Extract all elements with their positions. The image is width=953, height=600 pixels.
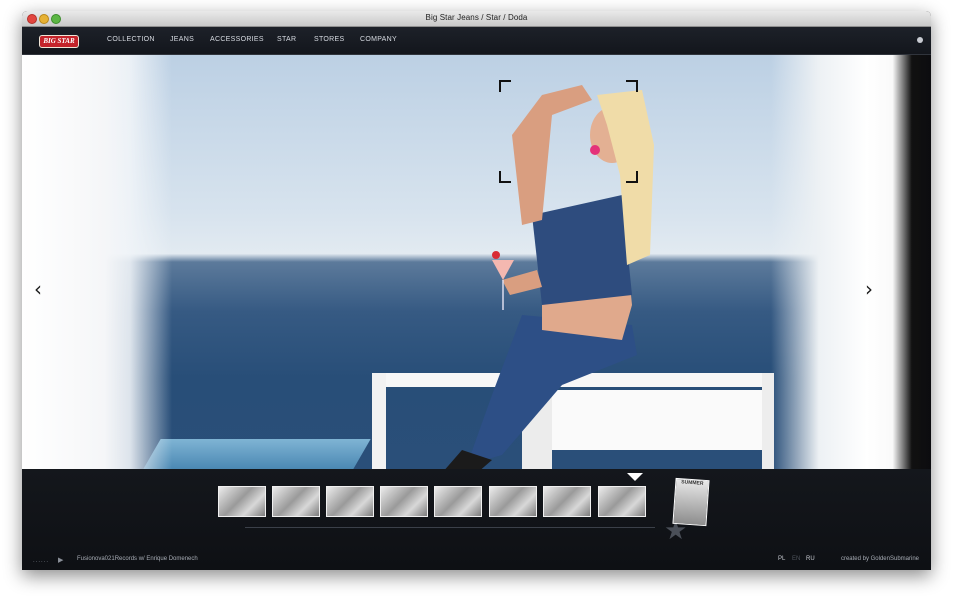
active-thumbnail-marker — [627, 473, 643, 481]
play-icon[interactable]: ▶ — [58, 556, 63, 564]
thumbnail-6[interactable] — [489, 486, 537, 517]
nav-item-collection[interactable]: COLLECTION — [107, 36, 155, 43]
credit-text[interactable]: created by GoldenSubmarine — [841, 556, 919, 562]
nav-item-star[interactable]: STAR — [277, 36, 296, 43]
thumbnail-8[interactable] — [598, 486, 646, 517]
language-ru[interactable]: RU — [806, 556, 815, 562]
magazine-cover[interactable]: SUMMER — [672, 477, 710, 527]
thumbnail-strip: ★ SUMMER ...... ▶ Fusionova021Records w/… — [22, 469, 931, 570]
footer-bar: ...... ▶ Fusionova021Records w/ Enrique … — [22, 552, 931, 570]
language-en[interactable]: EN — [792, 556, 800, 562]
nav-item-jeans[interactable]: JEANS — [170, 36, 194, 43]
app-window: Big Star Jeans / Star / Doda BIG STAR CO… — [22, 11, 931, 570]
main-nav: BIG STAR COLLECTION JEANS ACCESSORIES ST… — [22, 27, 931, 55]
focus-bracket-top-left — [499, 80, 511, 92]
thumbnail-3[interactable] — [326, 486, 374, 517]
nav-item-stores[interactable]: STORES — [314, 36, 344, 43]
language-pl[interactable]: PL — [778, 556, 785, 562]
curtain-right — [771, 55, 931, 469]
thumbnail-2[interactable] — [272, 486, 320, 517]
title-bar: Big Star Jeans / Star / Doda — [22, 11, 931, 27]
progress-dots: ...... — [33, 558, 50, 564]
chevron-right-icon[interactable]: › — [857, 277, 881, 301]
chevron-left-icon[interactable]: ‹ — [26, 277, 50, 301]
focus-bracket-top-right — [626, 80, 638, 92]
brand-logo[interactable]: BIG STAR — [39, 35, 79, 48]
sound-toggle-icon[interactable] — [917, 37, 923, 43]
window-title: Big Star Jeans / Star / Doda — [425, 13, 528, 22]
thumbnail-5[interactable] — [434, 486, 482, 517]
strip-divider — [245, 527, 655, 528]
focus-bracket-bottom-left — [499, 171, 511, 183]
thumbnail-4[interactable] — [380, 486, 428, 517]
curtain-left — [22, 55, 172, 469]
nav-item-accessories[interactable]: ACCESSORIES — [210, 36, 264, 43]
music-track-label: Fusionova021Records w/ Enrique Domenech — [77, 556, 198, 562]
thumbnail-7[interactable] — [543, 486, 591, 517]
hero-photo: ‹ › — [22, 55, 931, 469]
focus-bracket-bottom-right — [626, 171, 638, 183]
nav-item-company[interactable]: COMPANY — [360, 36, 397, 43]
thumbnail-1[interactable] — [218, 486, 266, 517]
